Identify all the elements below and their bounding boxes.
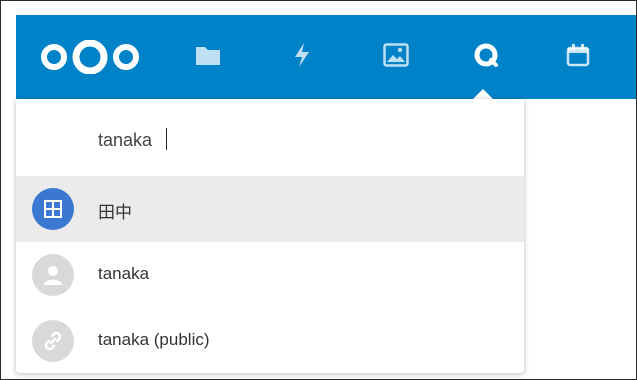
search-result-user[interactable]: tanaka <box>16 242 524 308</box>
nav-gallery[interactable] <box>368 15 424 99</box>
result-label: 田中 <box>98 203 132 222</box>
result-label: tanaka (public) <box>98 330 210 349</box>
lightning-icon <box>293 42 311 73</box>
search-input[interactable] <box>98 123 498 157</box>
folder-icon <box>195 44 221 71</box>
nav-activity[interactable] <box>274 15 330 99</box>
nextcloud-logo[interactable] <box>38 39 142 75</box>
text-cursor <box>166 128 167 150</box>
header-bar <box>16 15 636 99</box>
image-icon <box>383 42 409 72</box>
user-icon <box>32 254 74 296</box>
nav-calendar[interactable] <box>550 15 606 99</box>
calendar-icon <box>566 43 590 72</box>
app-window: 田中 tanaka tanaka (public) <box>0 0 637 380</box>
group-icon <box>32 188 74 230</box>
nav-files[interactable] <box>180 15 236 99</box>
link-icon <box>32 320 74 362</box>
nav-circles[interactable] <box>458 15 514 99</box>
circles-icon <box>473 42 499 73</box>
search-dropdown: 田中 tanaka tanaka (public) <box>16 99 524 373</box>
search-result-public-link[interactable]: tanaka (public) <box>16 308 524 374</box>
result-label: tanaka <box>98 264 150 283</box>
search-result-group[interactable]: 田中 <box>16 176 524 242</box>
